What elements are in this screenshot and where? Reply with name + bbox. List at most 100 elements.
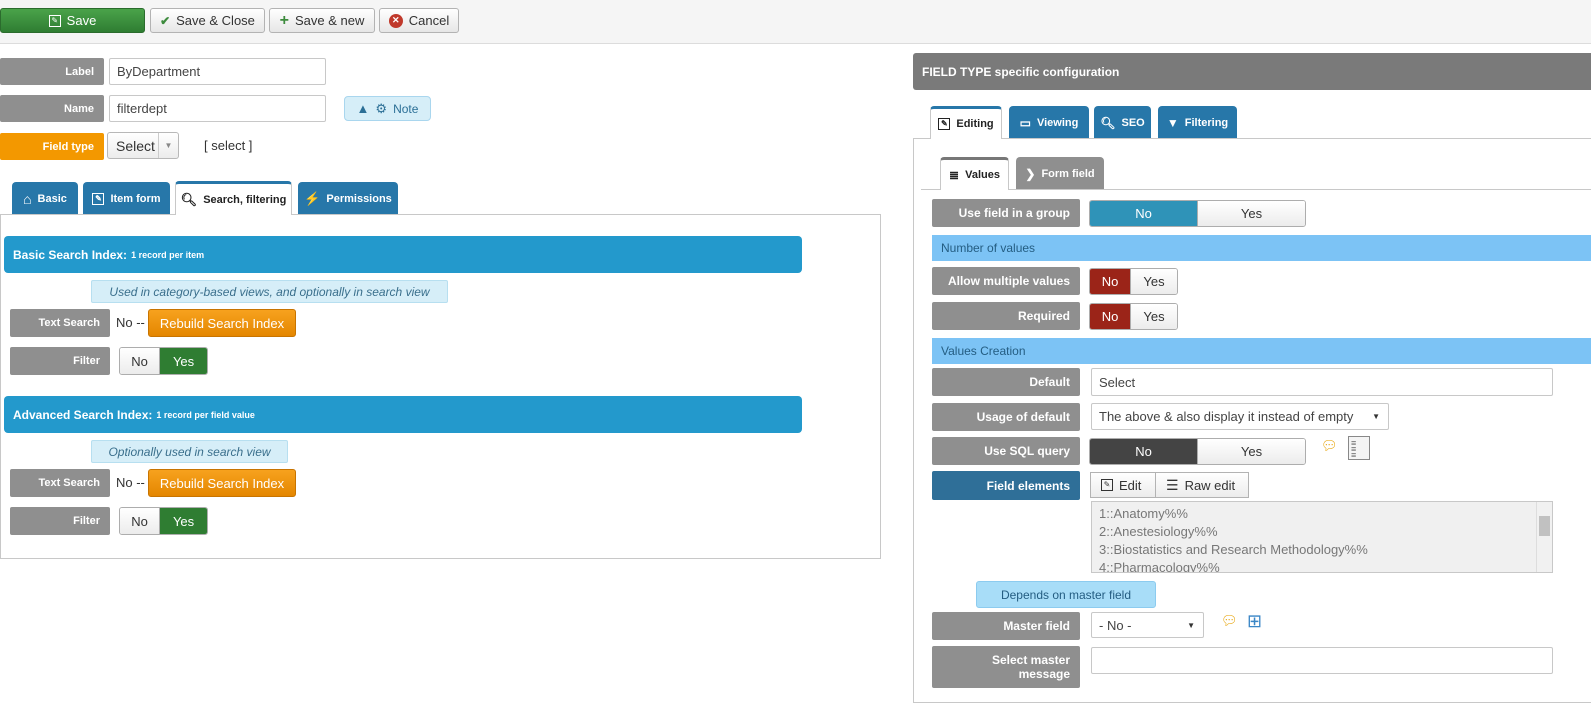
subtab-divider	[921, 189, 1591, 190]
tab-viewing[interactable]: ▭ Viewing	[1009, 106, 1089, 139]
search-icon: 🔍︎	[1100, 115, 1116, 130]
adv-index-title: Advanced Search Index:	[13, 407, 153, 422]
raw-edit-button-label: Raw edit	[1184, 477, 1236, 493]
use-group-toggle: No Yes	[1089, 200, 1306, 227]
scrollbar-thumb[interactable]	[1539, 516, 1550, 536]
tab-editing[interactable]: ✎ Editing	[930, 106, 1002, 139]
label-input[interactable]: ByDepartment	[109, 58, 326, 85]
usage-default-select[interactable]: The above & also display it instead of e…	[1091, 403, 1389, 430]
note-label: Note	[393, 101, 419, 116]
adv-rebuild-button[interactable]: Rebuild Search Index	[148, 469, 296, 497]
tab-editing-label: Editing	[956, 118, 994, 130]
basic-filter-yes[interactable]: Yes	[160, 348, 207, 374]
adv-filter-yes[interactable]: Yes	[160, 508, 207, 534]
tab-filtering-label: Filtering	[1184, 116, 1229, 129]
master-field-select[interactable]: - No -	[1091, 612, 1204, 638]
use-sql-no[interactable]: No	[1090, 439, 1197, 464]
field-type-value: Select	[116, 137, 155, 154]
tab-basic[interactable]: ⌂ Basic	[12, 182, 78, 215]
subtab-values-label: Values	[965, 169, 1000, 181]
use-sql-label: Use SQL query	[932, 437, 1080, 465]
tab-viewing-label: Viewing	[1036, 116, 1079, 129]
select-master-message-input[interactable]	[1091, 647, 1553, 674]
use-group-no[interactable]: No	[1090, 201, 1197, 226]
master-field-value: - No -	[1099, 617, 1132, 633]
values-creation-bar: Values Creation	[932, 338, 1591, 364]
field-type-text: [ select ]	[204, 138, 253, 153]
basic-rebuild-button[interactable]: Rebuild Search Index	[148, 309, 296, 337]
field-type-label: Field type	[0, 133, 104, 160]
cancel-label: Cancel	[408, 13, 450, 28]
subtab-form-field[interactable]: ❯ Form field	[1016, 157, 1104, 190]
save-button[interactable]: ✎ Save	[0, 8, 145, 33]
required-no[interactable]: No	[1090, 304, 1131, 329]
use-group-yes[interactable]: Yes	[1197, 201, 1305, 226]
chevron-down-icon: ❯	[1025, 166, 1036, 181]
tab-filtering[interactable]: ▼ Filtering	[1158, 106, 1237, 139]
check-icon: ✔	[160, 13, 171, 28]
adv-filter-toggle: No Yes	[119, 507, 208, 535]
subtab-values[interactable]: ≣ Values	[940, 157, 1009, 190]
adv-filter-no[interactable]: No	[120, 508, 161, 534]
field-elements-textarea[interactable]: 1::Anatomy%% 2::Anestesiology%% 3::Biost…	[1091, 501, 1553, 573]
basic-index-note: Used in category-based views, and option…	[91, 280, 448, 303]
tab-search-filtering[interactable]: 🔍︎ Search, filtering	[175, 181, 292, 215]
use-sql-toggle: No Yes	[1089, 438, 1306, 465]
master-field-label: Master field	[932, 612, 1080, 640]
edit-icon: ✎	[938, 118, 951, 130]
use-sql-yes[interactable]: Yes	[1197, 439, 1305, 464]
subtab-form-field-label: Form field	[1041, 167, 1095, 180]
usage-default-value: The above & also display it instead of e…	[1099, 409, 1354, 424]
select-master-label-line2: message	[1018, 667, 1070, 681]
warning-icon: ▲	[356, 101, 370, 116]
hierarchy-icon[interactable]: ⊞	[1247, 611, 1262, 632]
plus-icon: +	[279, 11, 289, 29]
tab-permissions-label: Permissions	[326, 192, 392, 205]
allow-multiple-yes[interactable]: Yes	[1130, 269, 1177, 294]
tab-seo[interactable]: 🔍︎ SEO	[1094, 106, 1151, 139]
default-input[interactable]: Select	[1091, 368, 1553, 396]
textarea-scrollbar[interactable]	[1536, 502, 1552, 572]
adv-index-note: Optionally used in search view	[91, 440, 288, 463]
gear-icon: ⚙	[375, 100, 388, 116]
raw-edit-button[interactable]: ☰ Raw edit	[1155, 472, 1249, 498]
basic-search-index-header: Basic Search Index: 1 record per item	[4, 236, 802, 273]
advanced-search-index-header: Advanced Search Index: 1 record per fiel…	[4, 396, 802, 433]
note-button[interactable]: ▲ ⚙ Note	[344, 96, 431, 121]
basic-index-subtitle: 1 record per item	[131, 249, 205, 260]
tab-basic-label: Basic	[37, 192, 67, 205]
label-field-label: Label	[0, 58, 104, 85]
chevron-down-icon: ▼	[158, 133, 178, 158]
select-master-message-label: Select master message	[932, 646, 1080, 688]
tab-seo-label: SEO	[1121, 116, 1145, 129]
field-type-config-header: FIELD TYPE specific configuration	[913, 53, 1591, 90]
adv-filter-label: Filter	[10, 507, 110, 535]
use-group-label: Use field in a group	[932, 199, 1080, 227]
edit-icon: ✎	[1101, 479, 1113, 491]
select-master-label-line1: Select master	[991, 653, 1070, 667]
cancel-button[interactable]: ✕ Cancel	[379, 8, 459, 33]
tab-item-form[interactable]: ✎ Item form	[83, 182, 170, 215]
comment-icon[interactable]: 💬︎	[1221, 613, 1238, 629]
edit-icon: ✎	[92, 192, 105, 205]
basic-filter-toggle: No Yes	[119, 347, 208, 375]
database-icon: ≣	[949, 168, 960, 182]
required-yes[interactable]: Yes	[1130, 304, 1177, 329]
toolbar: ✎ Save ✔ Save & Close + Save & new ✕ Can…	[0, 0, 1591, 44]
depends-master-button[interactable]: Depends on master field	[976, 581, 1156, 608]
plug-icon: ⚡	[304, 190, 321, 206]
required-label: Required	[932, 302, 1080, 330]
document-icon[interactable]: ≡ ≡ ≡	[1348, 436, 1370, 460]
save-close-button[interactable]: ✔ Save & Close	[150, 8, 265, 33]
list-icon: ☰	[1166, 476, 1179, 493]
comment-icon[interactable]: 💬︎	[1321, 438, 1338, 454]
field-type-select[interactable]: Select ▼	[107, 132, 179, 159]
basic-text-search-label: Text Search	[10, 309, 110, 337]
save-new-button[interactable]: + Save & new	[269, 8, 375, 33]
tab-permissions[interactable]: ⚡ Permissions	[298, 182, 398, 215]
basic-filter-no[interactable]: No	[120, 348, 161, 374]
edit-button[interactable]: ✎ Edit	[1090, 472, 1156, 498]
allow-multiple-no[interactable]: No	[1090, 269, 1131, 294]
name-input[interactable]: filterdept	[109, 95, 326, 122]
save-close-label: Save & Close	[176, 13, 255, 28]
